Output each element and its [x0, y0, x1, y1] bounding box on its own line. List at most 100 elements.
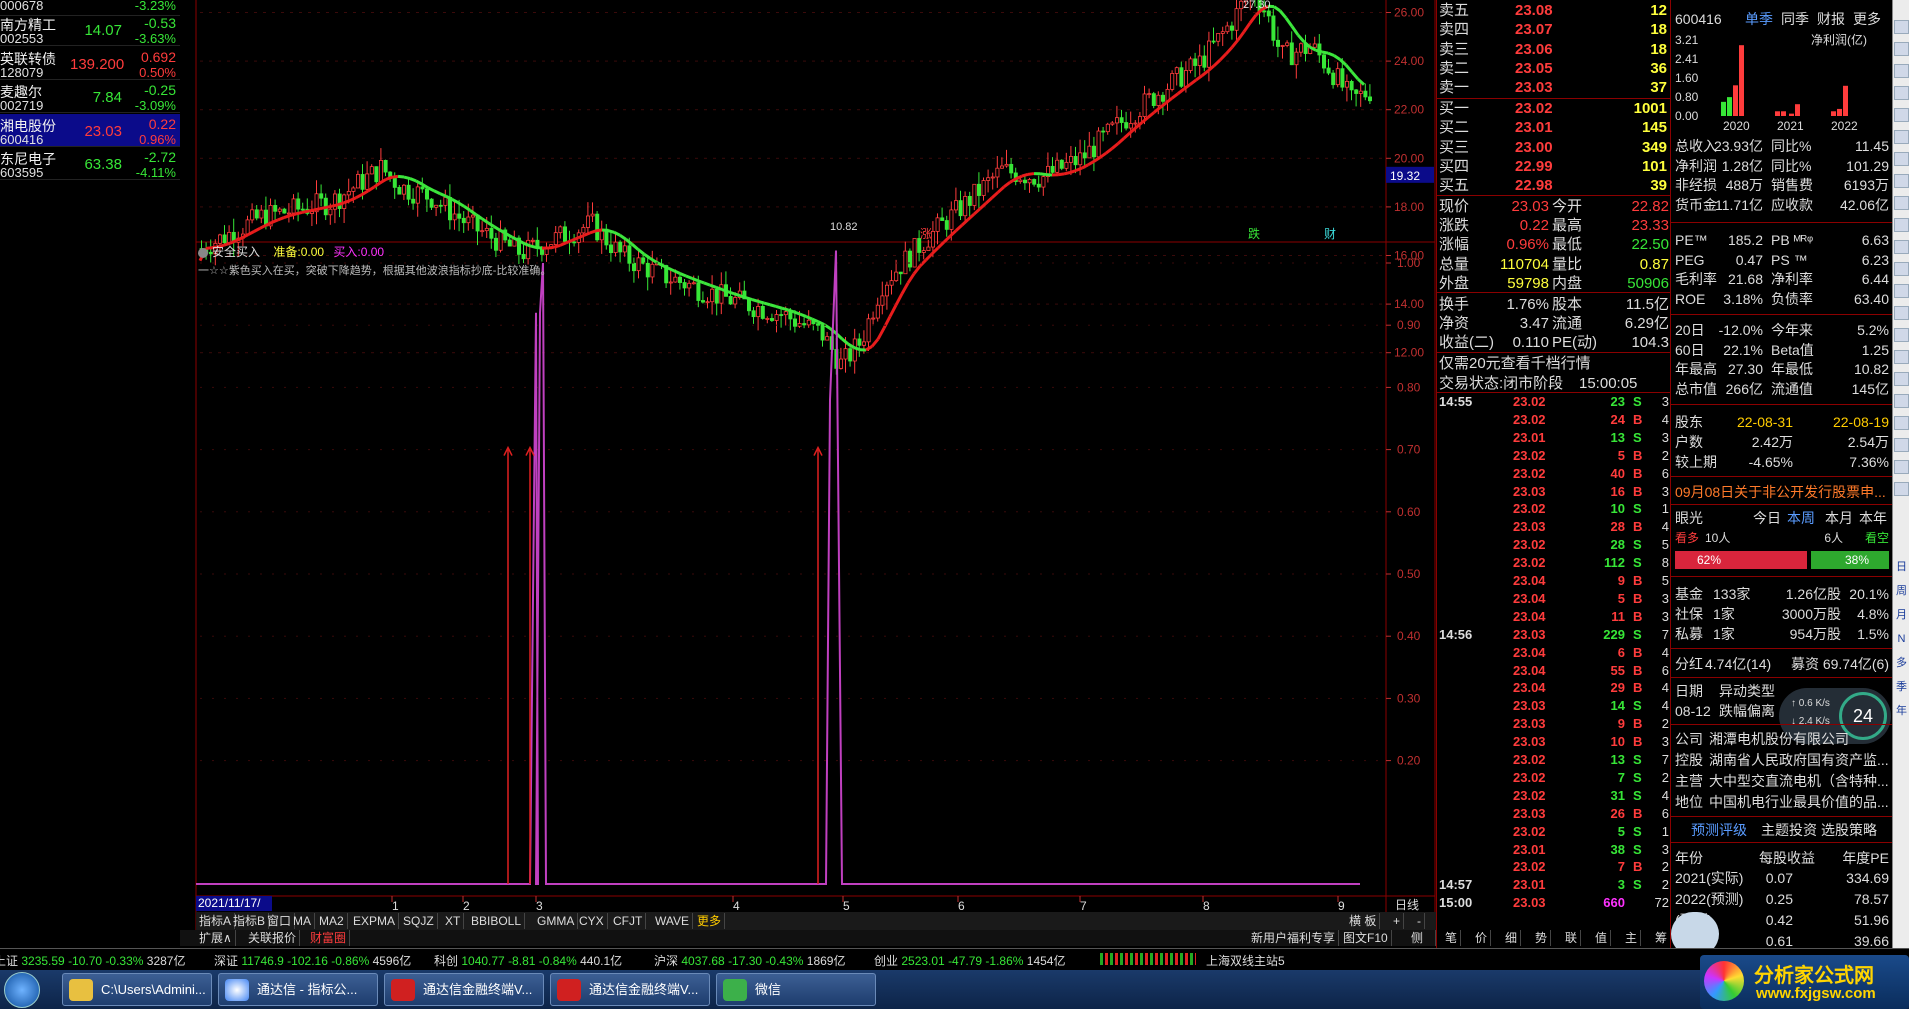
start-button[interactable]	[4, 972, 40, 1008]
toolbar-button[interactable]: SQJZ	[400, 913, 438, 929]
promo-link[interactable]: 仅需20元查看千档行情	[1437, 354, 1671, 373]
candle-body	[862, 341, 867, 346]
toolbar-button[interactable]: 新用户福利专享	[1248, 930, 1340, 946]
toolbar-button[interactable]: CFJT	[610, 913, 647, 929]
toolbar-button[interactable]: WAVE	[652, 913, 694, 929]
side-tool-icon[interactable]	[1894, 130, 1909, 144]
toolbar-button[interactable]: 横 板	[1346, 913, 1381, 929]
tick-count: 4	[1661, 787, 1669, 803]
eye-tab[interactable]: 本年	[1859, 508, 1887, 528]
toolbar-button[interactable]: 更多	[694, 913, 726, 929]
taskbar-button[interactable]: C:\Users\Admini...	[62, 973, 212, 1006]
f10-value: 6.23	[1861, 251, 1889, 268]
toolbar-button[interactable]: XT	[442, 913, 465, 929]
eye-tab[interactable]: 今日	[1753, 508, 1781, 528]
bull-bar[interactable]: 62%	[1675, 551, 1807, 569]
news-headline[interactable]: 09月08日关于非公开发行股票申...	[1671, 482, 1893, 502]
tick-price: 23.04	[1513, 644, 1546, 660]
side-tool-icon[interactable]	[1894, 108, 1909, 122]
bid-price[interactable]: 23.00	[1515, 138, 1553, 157]
ask-price[interactable]: 23.07	[1515, 20, 1553, 39]
indicator-toggle-icon[interactable]	[198, 247, 208, 258]
index-item[interactable]: 创业 2523.01 -47.79 -1.86% 1454亿	[874, 952, 1065, 969]
taskbar-button[interactable]: 通达信金融终端V...	[550, 973, 710, 1006]
side-tool-icon[interactable]	[1894, 372, 1909, 386]
ask-price[interactable]: 23.05	[1515, 59, 1553, 78]
side-tool-icon[interactable]	[1894, 416, 1909, 430]
ask-price[interactable]: 23.06	[1515, 40, 1553, 59]
side-tool-icon[interactable]	[1894, 306, 1909, 320]
index-item[interactable]: 沪深 4037.68 -17.30 -0.43% 1869亿	[654, 952, 845, 969]
f10-tab[interactable]: 更多	[1853, 9, 1881, 29]
tray-icons[interactable]	[1640, 980, 1696, 1000]
side-tool-icon[interactable]	[1894, 262, 1909, 276]
toolbar-button[interactable]: EXPMA	[350, 913, 400, 929]
eye-tab[interactable]: 本月	[1825, 508, 1853, 528]
ask-price[interactable]: 23.03	[1515, 78, 1553, 97]
side-tool-icon[interactable]	[1894, 86, 1909, 100]
ma-segment	[685, 274, 693, 280]
candle-body	[1262, 10, 1267, 13]
indicator-name[interactable]: 安全买入	[212, 245, 260, 259]
ma-segment	[1201, 69, 1209, 77]
side-tool-icon[interactable]	[1894, 394, 1909, 408]
bid-price[interactable]: 23.02	[1515, 99, 1553, 118]
period-tab[interactable]: 月	[1894, 608, 1909, 622]
index-item[interactable]: 深证 11746.9 -102.16 -0.86% 4596亿	[214, 952, 411, 969]
toolbar-button[interactable]: 图文F10	[1340, 930, 1392, 946]
side-tool-icon[interactable]	[1894, 152, 1909, 166]
f10-tab[interactable]: 同季	[1781, 9, 1809, 29]
bid-price[interactable]: 22.99	[1515, 157, 1553, 176]
bid-price[interactable]: 23.01	[1515, 118, 1553, 137]
bid-price[interactable]: 22.98	[1515, 176, 1553, 195]
period-tab[interactable]: 多	[1894, 656, 1909, 670]
toolbar-button[interactable]: CYX	[576, 913, 608, 929]
side-tool-icon[interactable]	[1894, 240, 1909, 254]
index-item[interactable]: 科创 1040.77 -8.81 -0.84% 440.1亿	[434, 952, 622, 969]
period-label[interactable]: 日线	[1395, 896, 1419, 913]
period-tab[interactable]: 季	[1894, 680, 1909, 694]
toolbar-button[interactable]: 关联报价	[245, 930, 301, 946]
side-tool-icon[interactable]	[1894, 174, 1909, 188]
toolbar-button[interactable]: MA2	[316, 913, 348, 929]
f10-link[interactable]: 主题投资	[1761, 820, 1817, 840]
index-item[interactable]: 上证 3235.59 -10.70 -0.33% 3287亿	[0, 952, 185, 969]
taskbar-button[interactable]: 通达信金融终端V...	[384, 973, 544, 1006]
side-tool-icon[interactable]	[1894, 218, 1909, 232]
server-name[interactable]: 上海双线主站5	[1206, 952, 1285, 969]
f10-link[interactable]: 预测评级	[1691, 820, 1747, 840]
ask-price[interactable]: 23.08	[1515, 1, 1553, 20]
f10-link[interactable]: 选股策略	[1821, 820, 1877, 840]
side-tool-icon[interactable]	[1894, 328, 1909, 342]
tick-volume: 660	[1603, 895, 1625, 911]
side-tool-icon[interactable]	[1894, 20, 1909, 34]
side-tool-icon[interactable]	[1894, 284, 1909, 298]
eye-tab[interactable]: 本周	[1787, 508, 1815, 528]
period-tab[interactable]: 周	[1894, 584, 1909, 598]
f10-tab[interactable]: 单季	[1745, 9, 1773, 29]
candle-body	[586, 215, 591, 228]
taskbar-button[interactable]: 微信	[716, 973, 876, 1006]
f10-label: 毛利率	[1675, 271, 1717, 287]
side-tool-icon[interactable]	[1894, 64, 1909, 78]
period-tab[interactable]: 日	[1894, 560, 1909, 574]
toolbar-button[interactable]: +	[1390, 913, 1405, 929]
toolbar-button[interactable]: GMMA	[534, 913, 579, 929]
toolbar-button[interactable]: BBIBOLL	[468, 913, 526, 929]
f10-tab[interactable]: 财报	[1817, 9, 1845, 29]
toolbar-button[interactable]: MA	[290, 913, 315, 929]
side-tool-icon[interactable]	[1894, 350, 1909, 364]
taskbar-button[interactable]: 通达信 - 指标公...	[218, 973, 378, 1006]
toolbar-button[interactable]: -	[1414, 913, 1425, 929]
toolbar-button[interactable]: 财富圈	[307, 930, 351, 946]
side-tool-icon[interactable]	[1894, 196, 1909, 210]
period-tab[interactable]: N	[1894, 632, 1909, 646]
side-tool-icon[interactable]	[1894, 42, 1909, 56]
period-tab[interactable]: 年	[1894, 704, 1909, 718]
side-tool-icon[interactable]	[1894, 482, 1909, 496]
toolbar-button[interactable]: 扩展∧	[196, 930, 236, 946]
side-tool-icon[interactable]	[1894, 460, 1909, 474]
bear-bar[interactable]: 38%	[1811, 551, 1889, 569]
tick-time: 15:00	[1439, 895, 1473, 911]
side-tool-icon[interactable]	[1894, 438, 1909, 452]
